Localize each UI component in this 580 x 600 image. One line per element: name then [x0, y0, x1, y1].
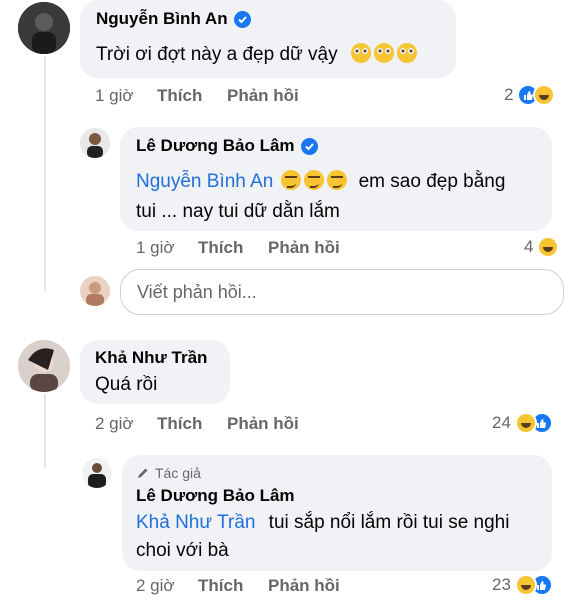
comment-text: Khả Như Trần tui sắp nổi lắm rồi tui se …: [136, 508, 509, 538]
comment-actions: 1 giờ Thích Phản hồi: [95, 86, 299, 106]
avatar-photo: [82, 458, 112, 488]
comment-text-content: Trời ơi đợt này a đẹp dữ vậy: [96, 44, 338, 65]
smirking-face-icon: [304, 170, 325, 190]
pleading-face-icon: [396, 43, 417, 63]
like-button[interactable]: Thích: [157, 86, 227, 106]
reaction-summary[interactable]: 4: [524, 236, 560, 258]
reaction-count: 2: [504, 85, 514, 104]
thread-line: [44, 56, 46, 291]
comment-actions: 2 giờ Thích Phản hồi: [136, 576, 340, 596]
comment-text-content: em sao đẹp bằng: [358, 171, 506, 192]
avatar[interactable]: [18, 2, 70, 54]
haha-icon: [533, 84, 556, 106]
author-name[interactable]: Lê Dương Bảo Lâm: [136, 136, 295, 156]
like-button[interactable]: Thích: [198, 238, 268, 258]
like-button[interactable]: Thích: [198, 576, 268, 596]
timestamp[interactable]: 2 giờ: [95, 414, 157, 434]
verified-badge-icon: [233, 10, 251, 28]
reaction-count: 24: [492, 413, 511, 432]
reaction-count: 23: [492, 575, 511, 594]
comment-actions: 2 giờ Thích Phản hồi: [95, 414, 299, 434]
avatar-photo: [80, 276, 110, 306]
avatar[interactable]: [82, 458, 112, 488]
comment-text: Quá rồi: [95, 374, 158, 395]
timestamp[interactable]: 1 giờ: [95, 86, 157, 106]
mention-link[interactable]: Nguyễn Bình An: [136, 171, 273, 192]
thread-line: [44, 394, 46, 468]
author-name[interactable]: Nguyễn Bình An: [96, 9, 228, 29]
comment-author[interactable]: Lê Dương Bảo Lâm: [136, 136, 318, 156]
avatar-photo: [80, 128, 110, 158]
author-tag: Tác giả: [136, 465, 201, 481]
reply-input[interactable]: Viết phản hồi...: [120, 269, 564, 315]
reaction-summary[interactable]: 24: [492, 412, 553, 434]
reply-button[interactable]: Phản hồi: [268, 238, 340, 258]
comment-text-line2: choi với bà: [136, 540, 229, 561]
timestamp[interactable]: 1 giờ: [136, 238, 198, 258]
verified-badge-icon: [300, 137, 318, 155]
comment-text: Nguyễn Bình An em sao đẹp bằng: [136, 167, 505, 197]
like-button[interactable]: Thích: [157, 414, 227, 434]
reaction-summary[interactable]: 23: [492, 574, 553, 596]
comment-text: Trời ơi đợt này a đẹp dữ vậy: [96, 40, 417, 70]
haha-icon: [514, 412, 537, 434]
pleading-face-icon: [373, 43, 394, 63]
avatar[interactable]: [18, 340, 70, 392]
timestamp[interactable]: 2 giờ: [136, 576, 198, 596]
pencil-icon: [138, 468, 148, 478]
author-tag-label: Tác giả: [155, 465, 201, 481]
haha-icon: [514, 574, 537, 596]
comment-text-content: tui sắp nổi lắm rồi tui se nghi: [268, 512, 510, 533]
comment-actions: 1 giờ Thích Phản hồi: [136, 238, 340, 258]
haha-icon: [537, 236, 560, 258]
mention-link[interactable]: Khả Như Trần: [136, 512, 255, 533]
avatar-photo: [18, 2, 70, 54]
comment-text-line2: tui ... nay tui dữ dằn lắm: [136, 201, 340, 222]
comment-author[interactable]: Khả Như Trần: [95, 348, 207, 368]
comment-author[interactable]: Nguyễn Bình An: [96, 9, 251, 29]
avatar[interactable]: [80, 128, 110, 158]
smirking-face-icon: [327, 170, 348, 190]
reply-button[interactable]: Phản hồi: [227, 86, 299, 106]
reaction-count: 4: [524, 237, 534, 256]
pleading-face-icon: [350, 43, 371, 63]
reaction-summary[interactable]: 2: [504, 84, 556, 106]
comment-author[interactable]: Lê Dương Bảo Lâm: [136, 486, 295, 506]
reply-button[interactable]: Phản hồi: [227, 414, 299, 434]
smirking-face-icon: [281, 170, 302, 190]
current-user-avatar: [80, 276, 110, 306]
reply-button[interactable]: Phản hồi: [268, 576, 340, 596]
avatar-photo: [18, 340, 70, 392]
